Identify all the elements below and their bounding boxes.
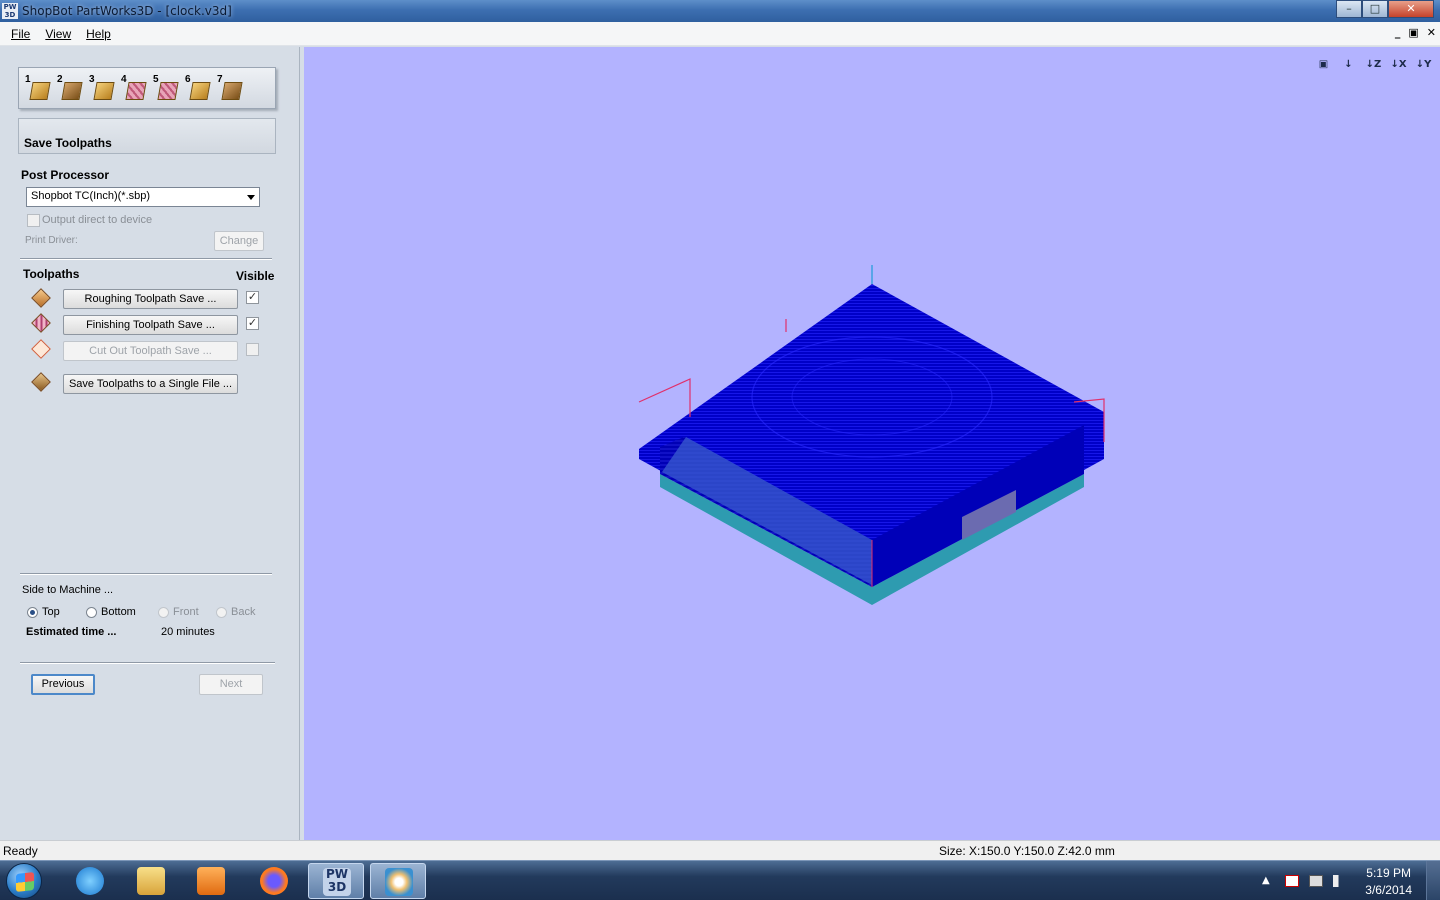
clock-time: 5:19 PM xyxy=(1366,866,1411,880)
windows-logo-icon xyxy=(16,872,34,892)
toolpath-panel: 1 2 3 4 5 6 7 Save Toolpaths Post Proces… xyxy=(0,47,300,840)
taskbar-paint[interactable] xyxy=(370,863,426,899)
step-2-import-icon[interactable]: 2 xyxy=(57,74,83,102)
side-back-radio[interactable] xyxy=(216,607,227,618)
side-to-machine-label: Side to Machine ... xyxy=(22,584,114,596)
minimize-button[interactable]: – xyxy=(1336,0,1362,18)
taskbar-partworks3d[interactable]: PW 3D xyxy=(308,863,364,899)
document-window-controls: _ ▣ ✕ xyxy=(1395,26,1436,39)
clock-date: 3/6/2014 xyxy=(1365,883,1412,897)
side-bottom-label: Bottom xyxy=(101,606,136,618)
cutout-visible-checkbox[interactable] xyxy=(246,343,259,356)
side-bottom-radio[interactable] xyxy=(86,607,97,618)
3d-viewport[interactable]: ▣ ↓ ↓Z ↓X ↓Y xyxy=(304,47,1440,840)
taskbar-firefox[interactable] xyxy=(246,863,302,899)
taskbar-internet-explorer[interactable] xyxy=(62,863,118,899)
close-button[interactable]: ✕ xyxy=(1388,0,1434,18)
change-button[interactable]: Change xyxy=(214,231,264,251)
finishing-toolpath-save-button[interactable]: Finishing Toolpath Save ... xyxy=(63,315,238,335)
post-processor-value: Shopbot TC(Inch)(*.sbp) xyxy=(31,190,151,202)
window-title: ShopBot PartWorks3D - [clock.v3d] xyxy=(22,4,232,18)
volume-icon[interactable] xyxy=(1333,875,1347,887)
post-processor-label: Post Processor xyxy=(21,168,110,182)
post-processor-select[interactable]: Shopbot TC(Inch)(*.sbp) xyxy=(26,187,260,207)
print-driver-label: Print Driver: xyxy=(25,235,78,246)
title-bar: PW 3D ShopBot PartWorks3D - [clock.v3d] … xyxy=(0,0,1440,22)
side-back-label: Back xyxy=(231,606,256,618)
estimated-time-value: 20 minutes xyxy=(161,626,215,638)
status-text: Ready xyxy=(3,844,38,858)
step-7-save-icon[interactable]: 7 xyxy=(217,74,243,102)
step-6-preview-icon[interactable]: 6 xyxy=(185,74,211,102)
finishing-toolpath-icon xyxy=(30,313,54,336)
doc-close-button[interactable]: ✕ xyxy=(1427,26,1436,39)
side-top-radio[interactable] xyxy=(27,607,38,618)
network-icon[interactable] xyxy=(1309,875,1323,887)
taskbar: PW 3D ▲ 5:19 PM 3/6/2014 xyxy=(0,860,1440,900)
roughing-toolpath-save-button[interactable]: Roughing Toolpath Save ... xyxy=(63,289,238,309)
side-front-label: Front xyxy=(173,606,199,618)
doc-restore-button[interactable]: ▣ xyxy=(1408,26,1418,39)
media-player-icon xyxy=(197,867,225,895)
step-toolbar: 1 2 3 4 5 6 7 xyxy=(18,67,276,109)
step-4-finishing-icon[interactable]: 4 xyxy=(121,74,147,102)
next-button[interactable]: Next xyxy=(199,674,263,695)
menu-view[interactable]: View xyxy=(45,27,71,41)
doc-minimize-button[interactable]: _ xyxy=(1395,26,1401,39)
divider xyxy=(20,662,275,664)
side-front-radio[interactable] xyxy=(158,607,169,618)
chevron-down-icon xyxy=(247,195,255,200)
divider xyxy=(20,573,272,575)
status-bar: Ready Size: X:150.0 Y:150.0 Z:42.0 mm xyxy=(0,840,1440,860)
save-single-file-button[interactable]: Save Toolpaths to a Single File ... xyxy=(63,374,238,394)
app-icon[interactable]: PW 3D xyxy=(2,3,18,19)
estimated-time-label: Estimated time ... xyxy=(26,626,117,638)
system-tray: ▲ 5:19 PM 3/6/2014 xyxy=(1240,861,1440,900)
paint-icon xyxy=(385,868,413,896)
material-size-readout: Size: X:150.0 Y:150.0 Z:42.0 mm xyxy=(939,844,1115,858)
taskbar-media-player[interactable] xyxy=(183,863,239,899)
show-desktop-button[interactable] xyxy=(1426,861,1440,900)
step-1-job-setup-icon[interactable]: 1 xyxy=(25,74,51,102)
cutout-toolpath-save-button[interactable]: Cut Out Toolpath Save ... xyxy=(63,341,238,361)
output-direct-label: Output direct to device xyxy=(42,214,153,226)
boundary-line xyxy=(638,378,691,417)
side-top-label: Top xyxy=(42,606,60,618)
output-direct-checkbox[interactable] xyxy=(27,214,40,227)
partworks3d-icon: PW 3D xyxy=(323,868,351,896)
internet-explorer-icon xyxy=(76,867,104,895)
finishing-visible-checkbox[interactable]: ✓ xyxy=(246,317,259,330)
taskbar-file-explorer[interactable] xyxy=(123,863,179,899)
show-hidden-icons-icon[interactable]: ▲ xyxy=(1262,875,1276,887)
window-controls: – □ ✕ xyxy=(1336,0,1434,18)
visible-label: Visible xyxy=(236,269,275,283)
save-all-toolpaths-icon xyxy=(30,372,54,395)
panel-title: Save Toolpaths xyxy=(18,118,276,154)
menu-bar: File View Help _ ▣ ✕ xyxy=(0,22,1440,46)
action-center-flag-icon[interactable] xyxy=(1285,875,1299,887)
firefox-icon xyxy=(260,867,288,895)
step-5-cutout-icon[interactable]: 5 xyxy=(153,74,179,102)
toolpaths-label: Toolpaths xyxy=(23,267,80,281)
menu-help[interactable]: Help xyxy=(86,27,111,41)
cutout-toolpath-icon xyxy=(30,339,54,362)
system-clock[interactable]: 5:19 PM 3/6/2014 xyxy=(1365,865,1412,899)
step-3-roughing-icon[interactable]: 3 xyxy=(89,74,115,102)
menu-file[interactable]: File xyxy=(11,27,30,41)
roughing-toolpath-icon xyxy=(30,288,54,311)
folder-icon xyxy=(137,867,165,895)
previous-button[interactable]: Previous xyxy=(31,674,95,695)
maximize-button[interactable]: □ xyxy=(1362,0,1388,18)
divider xyxy=(20,258,272,260)
roughing-visible-checkbox[interactable]: ✓ xyxy=(246,291,259,304)
toolpath-preview xyxy=(638,265,1105,605)
start-button[interactable] xyxy=(6,863,42,899)
